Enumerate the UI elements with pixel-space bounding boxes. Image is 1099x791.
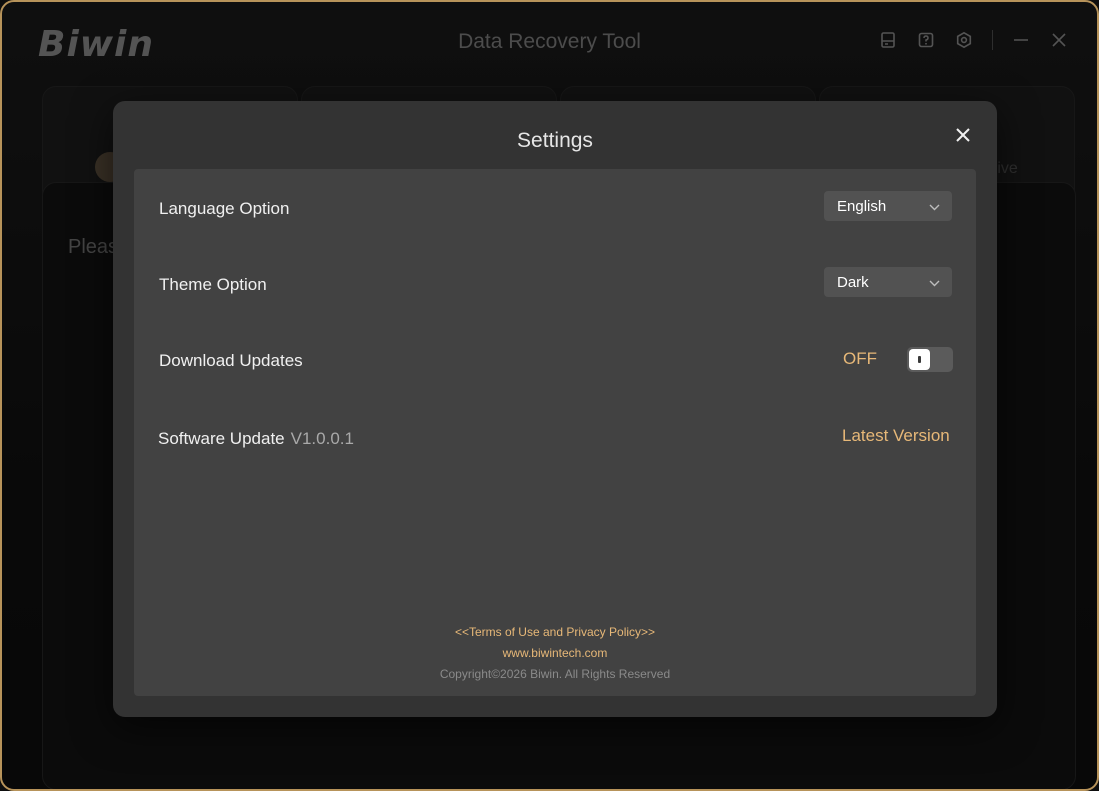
settings-title: Settings (517, 129, 593, 152)
theme-option-label: Theme Option (159, 275, 267, 294)
software-update-row: Software Update V1.0.0.1 (158, 429, 354, 449)
latest-version-status[interactable]: Latest Version (842, 426, 950, 446)
software-version: V1.0.0.1 (290, 429, 354, 448)
terms-privacy-link[interactable]: <<Terms of Use and Privacy Policy>> (134, 625, 976, 639)
software-update-label: Software Update (158, 429, 285, 448)
settings-panel: Language Option English Theme Option Dar… (134, 169, 976, 696)
theme-select-value: Dark (837, 273, 869, 291)
chevron-down-icon (929, 274, 940, 291)
download-updates-toggle[interactable] (907, 347, 953, 372)
chevron-down-icon (929, 198, 940, 215)
theme-select[interactable]: Dark (824, 267, 952, 297)
copyright-text: Copyright©2026 Biwin. All Rights Reserve… (439, 667, 671, 681)
close-dialog-icon[interactable] (951, 123, 975, 147)
language-option-label: Language Option (159, 199, 290, 218)
download-updates-label: Download Updates (159, 351, 303, 370)
language-select[interactable]: English (824, 191, 952, 221)
language-select-value: English (837, 197, 887, 215)
settings-dialog: Settings Language Option English Theme O… (113, 101, 997, 717)
toggle-knob (909, 349, 930, 370)
download-updates-state: OFF (843, 349, 877, 368)
website-link[interactable]: www.biwintech.com (134, 646, 976, 660)
